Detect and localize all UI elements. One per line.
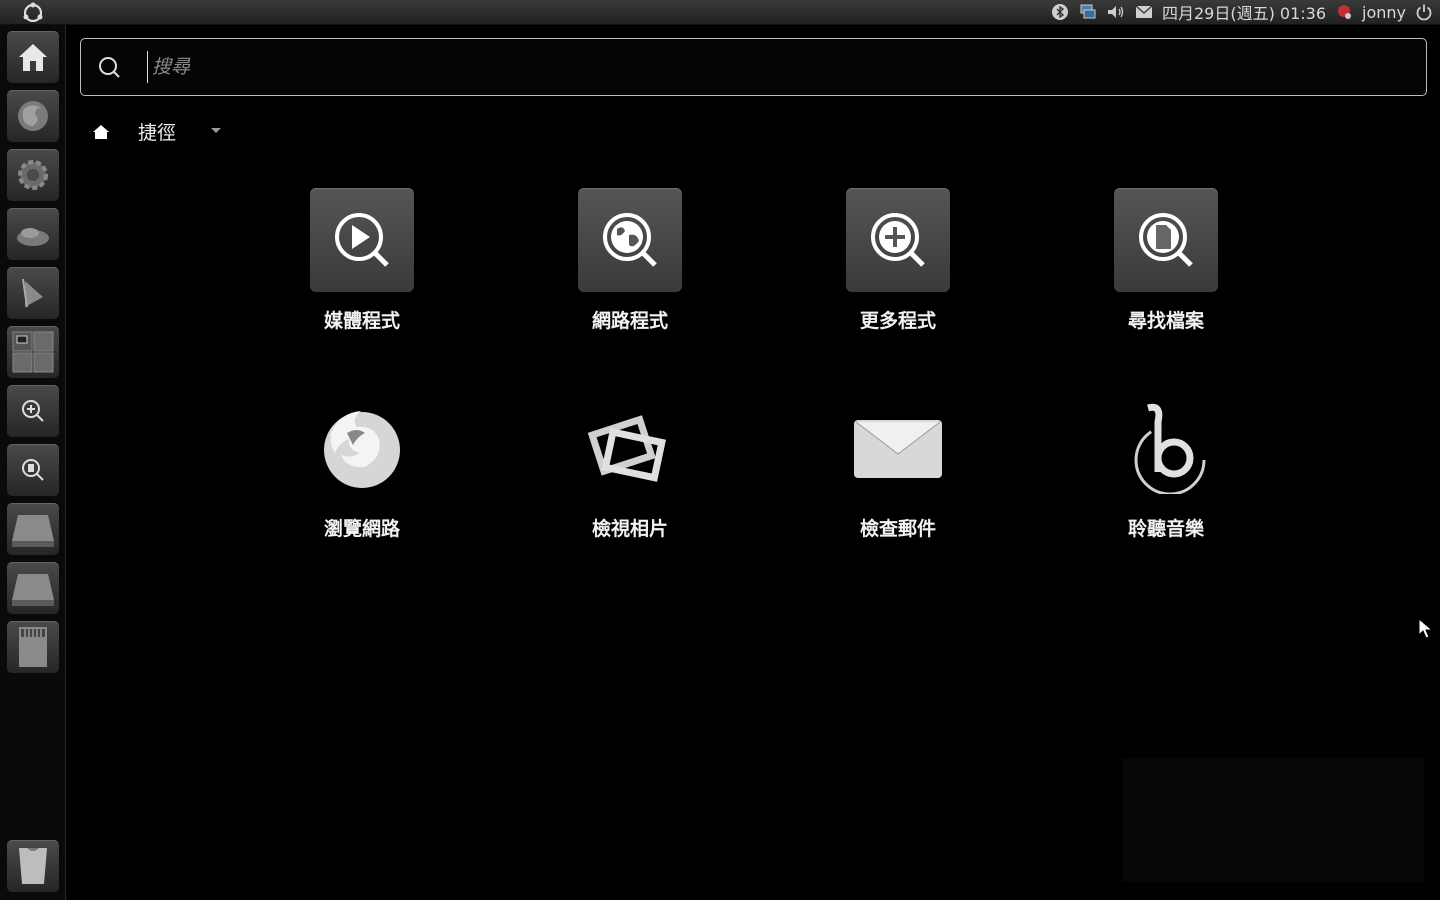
launcher <box>0 25 66 900</box>
mail-indicator-icon[interactable] <box>1134 2 1154 22</box>
username[interactable]: jonny <box>1362 3 1406 22</box>
top-panel: 四月29日(週五) 01:36 jonny <box>0 0 1440 25</box>
launcher-trash[interactable] <box>7 840 59 892</box>
chat-icon <box>17 228 49 246</box>
launcher-sd-card[interactable] <box>7 621 59 673</box>
launcher-system-settings[interactable] <box>7 149 59 201</box>
more-apps-icon <box>846 188 950 292</box>
applications-lens-icon <box>22 400 44 422</box>
internet-apps-icon <box>578 188 682 292</box>
media-apps-icon <box>310 188 414 292</box>
background-shade <box>1122 758 1424 882</box>
shortcut-label: 媒體程式 <box>323 310 400 332</box>
workspace-switcher-icon <box>12 331 54 373</box>
breadcrumb-label[interactable]: 捷徑 <box>138 118 176 145</box>
power-icon[interactable] <box>1414 2 1434 22</box>
user-status-icon[interactable] <box>1334 2 1354 22</box>
shortcut-internet-apps[interactable]: 網路程式 <box>540 188 720 333</box>
search-box[interactable] <box>80 38 1427 96</box>
dropdown-arrow-icon[interactable] <box>210 128 222 134</box>
drive-icon <box>12 515 54 547</box>
shortcut-listen-music[interactable]: 聆聽音樂 <box>1076 396 1256 541</box>
launcher-workspace-switcher[interactable] <box>7 326 59 378</box>
clock[interactable]: 四月29日(週五) 01:36 <box>1162 0 1326 24</box>
shortcut-find-files[interactable]: 尋找檔案 <box>1076 188 1256 333</box>
launcher-firefox[interactable] <box>7 90 59 142</box>
home-icon <box>93 125 109 139</box>
mouse-cursor-icon <box>1418 618 1434 639</box>
files-lens-icon <box>22 459 44 481</box>
launcher-empathy[interactable] <box>7 208 59 260</box>
bluetooth-icon[interactable] <box>1050 2 1070 22</box>
launcher-applications-lens[interactable] <box>7 385 59 437</box>
shortcut-browse-web[interactable]: 瀏覽網路 <box>272 396 452 541</box>
shortcut-label: 更多程式 <box>859 310 936 332</box>
drive-icon <box>12 574 54 606</box>
shortcut-label: 聆聽音樂 <box>1127 518 1204 540</box>
volume-icon[interactable] <box>1106 2 1126 22</box>
shortcut-label: 檢查郵件 <box>859 518 936 540</box>
launcher-drive-1[interactable] <box>7 503 59 555</box>
shotwell-icon <box>578 396 682 500</box>
home-icon <box>19 44 47 71</box>
shortcut-label: 網路程式 <box>591 310 668 332</box>
shortcut-label: 尋找檔案 <box>1127 310 1204 332</box>
launcher-drive-2[interactable] <box>7 562 59 614</box>
shortcut-view-photos[interactable]: 檢視相片 <box>540 396 720 541</box>
network-icon[interactable] <box>1078 2 1098 22</box>
shortcut-more-apps[interactable]: 更多程式 <box>808 188 988 333</box>
sd-card-icon <box>19 627 47 667</box>
find-files-icon <box>1114 188 1218 292</box>
shortcut-check-mail[interactable]: 檢查郵件 <box>808 396 988 541</box>
banshee-icon <box>1114 396 1218 500</box>
firefox-icon <box>310 396 414 500</box>
trash-icon <box>19 848 47 884</box>
shortcut-media-apps[interactable]: 媒體程式 <box>272 188 452 333</box>
gear-icon <box>18 160 48 190</box>
shortcut-label: 檢視相片 <box>591 518 668 540</box>
ubuntu-logo-icon[interactable] <box>22 2 44 23</box>
search-icon <box>99 57 120 78</box>
launcher-media-player[interactable] <box>7 267 59 319</box>
search-input[interactable] <box>147 51 1394 83</box>
shortcut-label: 瀏覽網路 <box>323 518 400 540</box>
launcher-home[interactable] <box>7 31 59 83</box>
system-tray: 四月29日(週五) 01:36 jonny <box>1050 0 1434 24</box>
firefox-icon <box>18 101 48 131</box>
mail-icon <box>846 396 950 500</box>
media-player-icon <box>22 278 43 308</box>
launcher-files-lens[interactable] <box>7 444 59 496</box>
